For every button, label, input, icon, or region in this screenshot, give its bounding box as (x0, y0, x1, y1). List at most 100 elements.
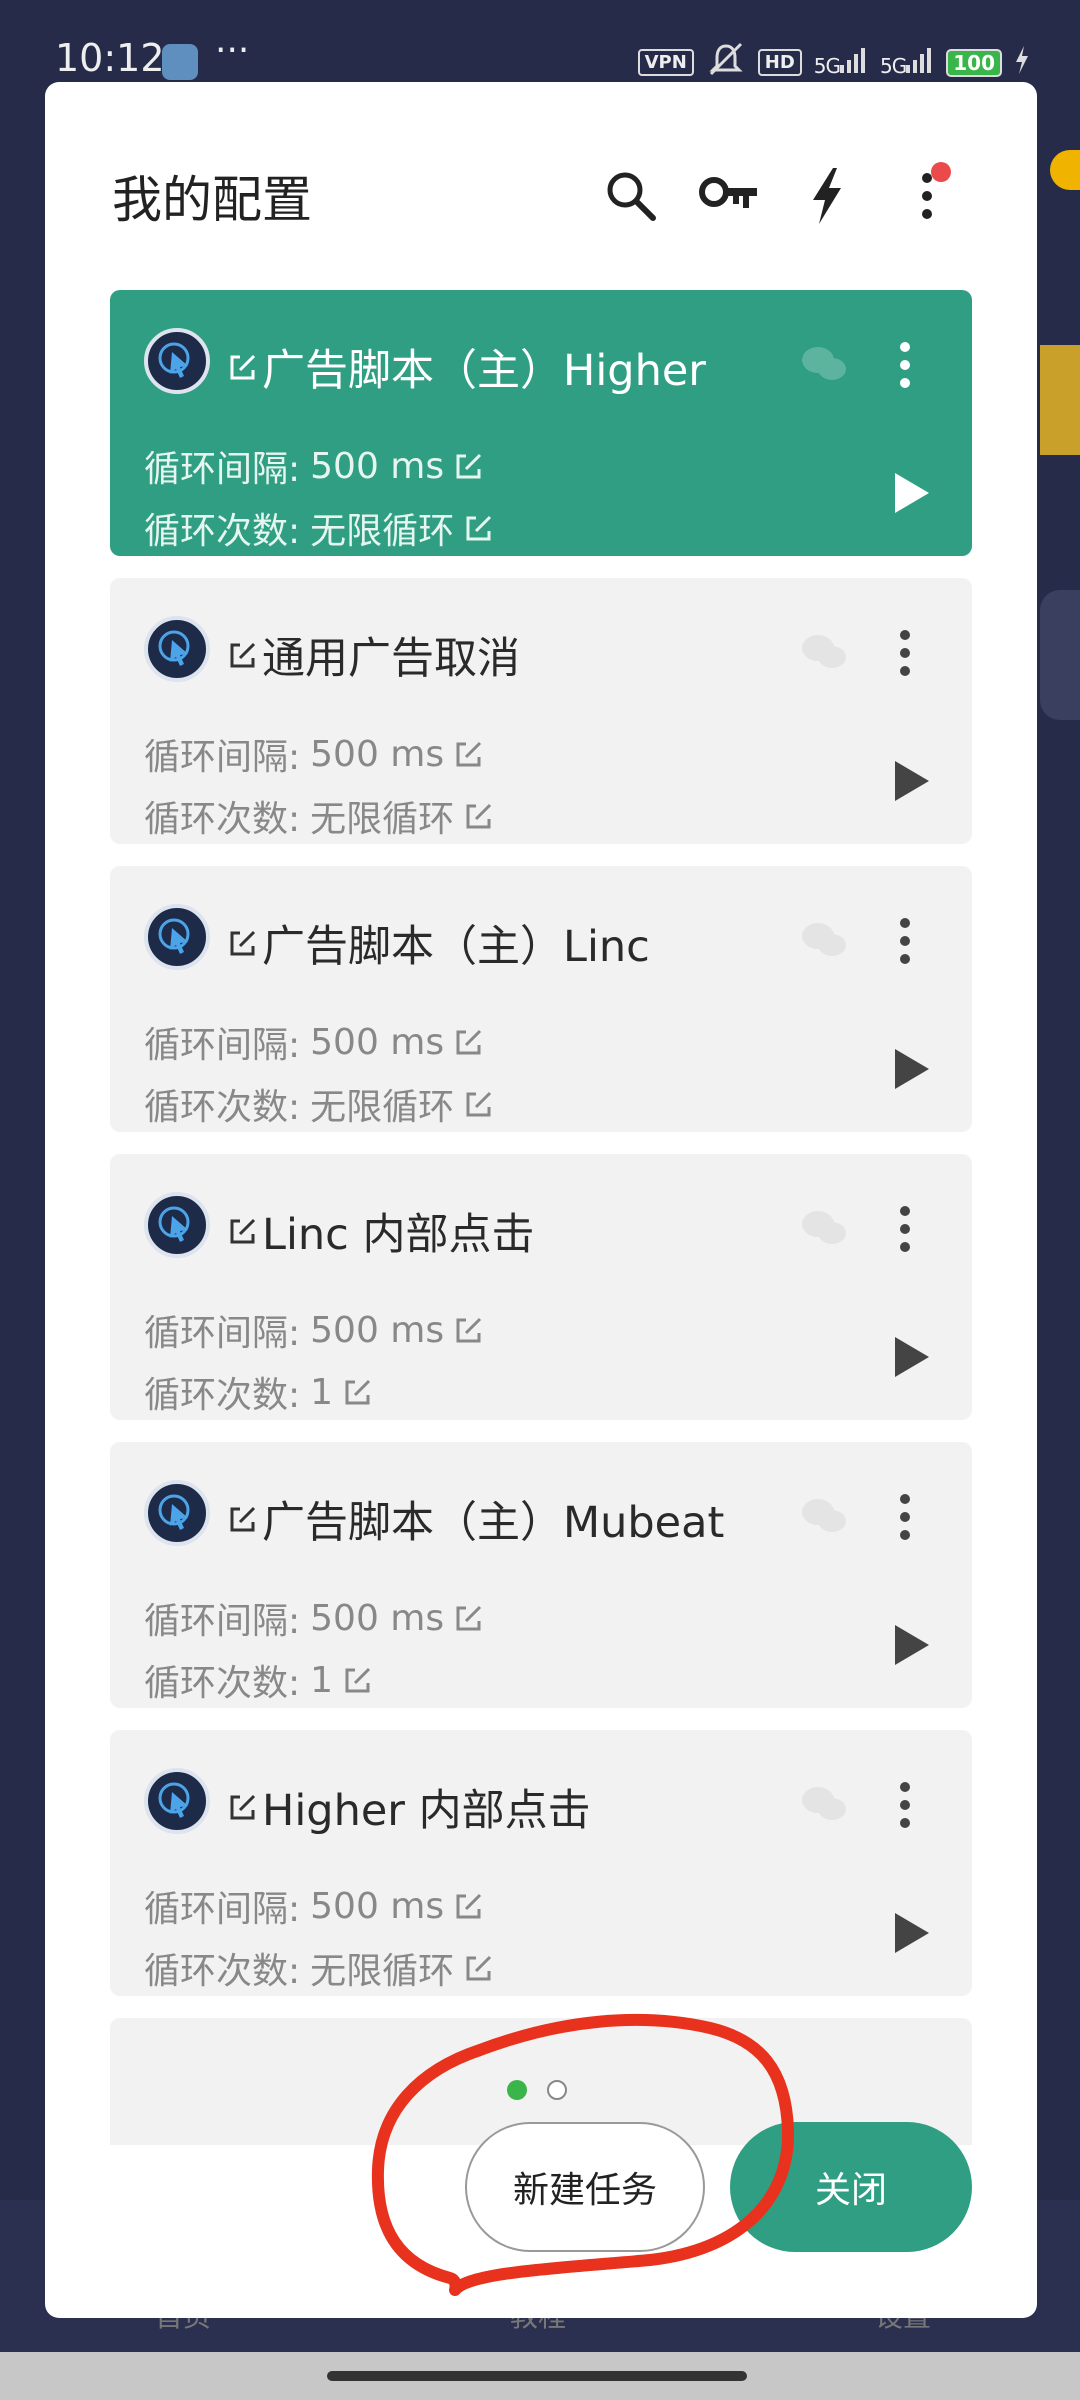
config-dialog: 我的配置 广告脚本（主）Higher 循环间隔: 500 ms 循环次数: 无限… (45, 82, 1037, 2318)
hd-icon: HD (757, 49, 802, 76)
status-more: ··· (215, 30, 250, 71)
play-icon[interactable] (885, 1332, 935, 1382)
card-title[interactable]: 广告脚本（主）Higher (262, 336, 706, 398)
page-dot[interactable] (547, 2080, 567, 2100)
config-card[interactable]: 广告脚本（主）Mubeat 循环间隔: 500 ms 循环次数: 1 (110, 1442, 972, 1708)
net2-label: 5G (880, 54, 907, 78)
card-title[interactable]: 通用广告取消 (262, 624, 520, 686)
edit-icon[interactable] (228, 928, 258, 958)
interval-value[interactable]: 500 ms (310, 1310, 444, 1351)
card-more-icon[interactable] (880, 1770, 930, 1840)
edit-icon[interactable] (228, 1504, 258, 1534)
config-card[interactable]: 广告脚本（主）Higher 循环间隔: 500 ms 循环次数: 无限循环 (110, 290, 972, 556)
wechat-icon[interactable] (800, 1208, 848, 1248)
config-card[interactable]: Linc 内部点击 循环间隔: 500 ms 循环次数: 1 (110, 1154, 972, 1420)
count-value[interactable]: 1 (310, 1372, 333, 1413)
wechat-icon[interactable] (800, 344, 848, 384)
play-icon[interactable] (885, 1620, 935, 1670)
card-more-icon[interactable] (880, 1482, 930, 1552)
interval-row: 循环间隔: 500 ms (144, 1016, 484, 1068)
flash-icon[interactable] (791, 160, 863, 232)
card-title[interactable]: Higher 内部点击 (262, 1776, 591, 1838)
edit-icon[interactable] (228, 1792, 258, 1822)
more-menu-icon[interactable] (891, 160, 963, 232)
edit-count-icon[interactable] (343, 1665, 373, 1695)
card-more-icon[interactable] (880, 906, 930, 976)
count-value[interactable]: 无限循环 (310, 1078, 454, 1130)
wechat-icon[interactable] (800, 1496, 848, 1536)
edit-icon[interactable] (228, 640, 258, 670)
net1-label: 5G (813, 54, 841, 78)
card-title[interactable]: Linc 内部点击 (262, 1200, 534, 1262)
card-title[interactable]: 广告脚本（主）Linc (262, 912, 650, 974)
interval-value[interactable]: 500 ms (310, 446, 444, 487)
card-title[interactable]: 广告脚本（主）Mubeat (262, 1488, 724, 1550)
edit-icon[interactable] (228, 1216, 258, 1246)
count-value[interactable]: 无限循环 (310, 502, 454, 554)
interval-value[interactable]: 500 ms (310, 734, 444, 775)
count-label: 循环次数: (144, 511, 301, 552)
wechat-icon[interactable] (800, 1784, 848, 1824)
cursor-avatar-icon (144, 328, 210, 394)
edit-interval-icon[interactable] (454, 1315, 484, 1345)
interval-value[interactable]: 500 ms (310, 1022, 444, 1063)
config-card[interactable]: Higher 内部点击 循环间隔: 500 ms 循环次数: 无限循环 (110, 1730, 972, 1996)
key-icon[interactable] (693, 160, 765, 232)
edit-interval-icon[interactable] (454, 739, 484, 769)
cursor-avatar-icon (144, 1480, 210, 1546)
interval-value[interactable]: 500 ms (310, 1886, 444, 1927)
battery-icon: 100 (946, 48, 1002, 77)
background-banner (1040, 345, 1080, 455)
edit-count-icon[interactable] (464, 1089, 494, 1119)
edit-interval-icon[interactable] (454, 1027, 484, 1057)
edit-icon[interactable] (228, 352, 258, 382)
app-notification-icon (162, 44, 198, 80)
count-value[interactable]: 1 (310, 1660, 333, 1701)
edit-count-icon[interactable] (464, 801, 494, 831)
count-value[interactable]: 无限循环 (310, 1942, 454, 1994)
interval-label: 循环间隔: (144, 449, 301, 490)
status-bar: 10:12 ··· VPN HD 5G 5G 100 (0, 0, 1080, 80)
config-card[interactable]: 通用广告取消 循环间隔: 500 ms 循环次数: 无限循环 (110, 578, 972, 844)
count-row: 循环次数: 无限循环 (144, 502, 494, 554)
count-row: 循环次数: 无限循环 (144, 790, 494, 842)
close-button[interactable]: 关闭 (730, 2122, 972, 2252)
search-icon[interactable] (595, 160, 667, 232)
new-task-button[interactable]: 新建任务 (465, 2122, 705, 2252)
count-row: 循环次数: 无限循环 (144, 1942, 494, 1994)
wechat-icon[interactable] (800, 632, 848, 672)
config-card[interactable]: 广告脚本（主）Linc 循环间隔: 500 ms 循环次数: 无限循环 (110, 866, 972, 1132)
config-list[interactable]: 广告脚本（主）Higher 循环间隔: 500 ms 循环次数: 无限循环 通用… (110, 290, 972, 2145)
card-more-icon[interactable] (880, 330, 930, 400)
status-time: 10:12 (55, 36, 165, 80)
edit-count-icon[interactable] (464, 513, 494, 543)
signal-2-icon: 5G (880, 47, 934, 78)
signal-1-icon: 5G (814, 47, 868, 78)
interval-value[interactable]: 500 ms (310, 1598, 444, 1639)
cursor-avatar-icon (144, 1192, 210, 1258)
interval-row: 循环间隔: 500 ms (144, 1304, 484, 1356)
play-icon[interactable] (885, 1908, 935, 1958)
edit-interval-icon[interactable] (454, 451, 484, 481)
vpn-icon: VPN (637, 49, 694, 76)
play-icon[interactable] (885, 756, 935, 806)
cursor-avatar-icon (144, 904, 210, 970)
count-label: 循环次数: (144, 1375, 301, 1416)
count-label: 循环次数: (144, 1951, 301, 1992)
edit-count-icon[interactable] (464, 1953, 494, 1983)
count-label: 循环次数: (144, 1663, 301, 1704)
play-icon[interactable] (885, 1044, 935, 1094)
edit-interval-icon[interactable] (454, 1891, 484, 1921)
edit-interval-icon[interactable] (454, 1603, 484, 1633)
card-more-icon[interactable] (880, 618, 930, 688)
interval-row: 循环间隔: 500 ms (144, 440, 484, 492)
edit-count-icon[interactable] (343, 1377, 373, 1407)
page-dot-active[interactable] (507, 2080, 527, 2100)
play-icon[interactable] (885, 468, 935, 518)
count-value[interactable]: 无限循环 (310, 790, 454, 842)
mute-icon (706, 42, 746, 83)
home-gesture-bar[interactable] (327, 2371, 747, 2381)
wechat-icon[interactable] (800, 920, 848, 960)
status-icons: VPN HD 5G 5G 100 (637, 42, 1030, 83)
card-more-icon[interactable] (880, 1194, 930, 1264)
